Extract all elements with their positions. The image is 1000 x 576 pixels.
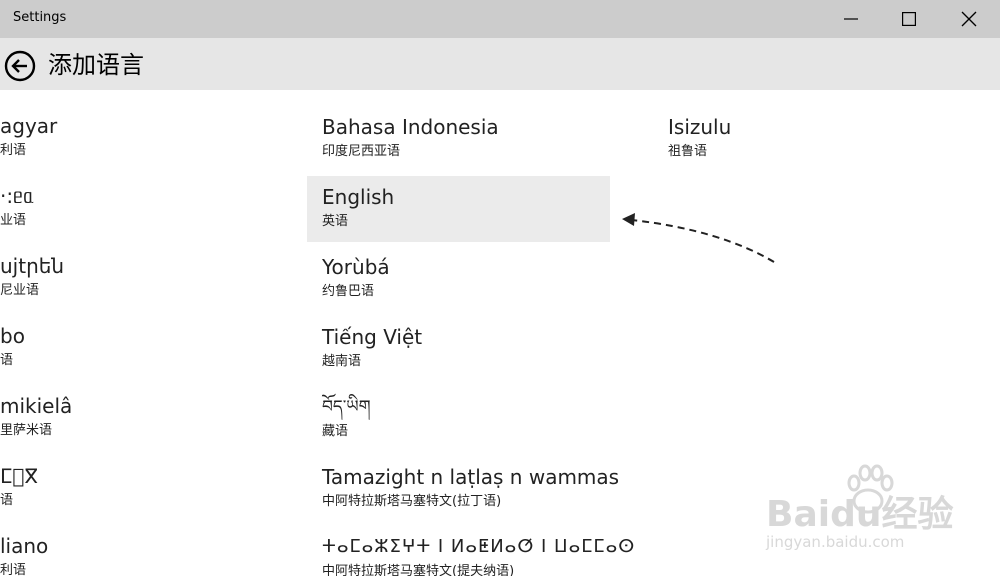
language-column-1: agyar 利语 ·:ᥱᥲ 业语 ujtրեն 尼业语 bo 语 mikielâ…	[0, 90, 300, 576]
close-button[interactable]	[940, 0, 998, 38]
language-name: ·:ᥱᥲ	[0, 184, 34, 208]
language-name: Tiếng Việt	[322, 325, 423, 349]
minimize-button[interactable]	[822, 0, 880, 38]
language-name: Yorùbá	[322, 255, 390, 279]
language-item[interactable]: Yorùbá 约鲁巴语	[307, 246, 610, 312]
app-title: Settings	[13, 10, 67, 25]
maximize-icon	[902, 12, 916, 26]
language-item[interactable]: agyar 利语	[0, 90, 300, 158]
language-localized-name: 越南语	[322, 354, 362, 369]
language-name: Tamazight n laṭlaṣ n wammas	[322, 465, 620, 489]
language-name: ⵎ⵿ⴳ	[0, 464, 39, 488]
language-item[interactable]: Isizulu 祖鲁语	[653, 106, 956, 172]
language-localized-name: 语	[0, 353, 14, 368]
watermark-url: jingyan.baidu.com	[766, 533, 905, 551]
language-item[interactable]: bo 语	[0, 300, 300, 368]
language-item[interactable]: mikielâ 里萨米语	[0, 370, 300, 438]
language-localized-name: 英语	[322, 214, 349, 229]
language-localized-name: 中阿特拉斯塔马塞特文(拉丁语)	[322, 494, 502, 509]
language-localized-name: 中阿特拉斯塔马塞特文(提夫纳语)	[322, 564, 515, 576]
page-title: 添加语言	[48, 51, 144, 79]
language-localized-name: 业语	[0, 213, 27, 228]
language-name: bo	[0, 324, 25, 348]
language-name: liano	[0, 534, 49, 558]
language-name: Bahasa Indonesia	[322, 115, 499, 139]
language-name: ujtրեն	[0, 254, 65, 278]
back-button[interactable]	[4, 50, 36, 82]
watermark-brand: Baidu经验	[766, 494, 954, 535]
language-item[interactable]: Tamazight n laṭlaṣ n wammas 中阿特拉斯塔马塞特文(拉…	[307, 456, 619, 522]
maximize-button[interactable]	[880, 0, 938, 38]
language-name: Isizulu	[668, 115, 732, 139]
close-icon	[961, 11, 977, 27]
language-name: བོད་ཡིག	[322, 397, 371, 417]
baidu-watermark: Baidu经验 jingyan.baidu.com	[760, 455, 1000, 565]
annotation-arrow	[622, 213, 775, 263]
language-item[interactable]: ⵜⴰⵎⴰⵣⵉⵖⵜ ⵏ ⵍⴰⵟⵍⴰⵚ ⵏ ⵡⴰⵎⵎⴰⵙ 中阿特拉斯塔马塞特文(提夫…	[307, 526, 634, 576]
language-localized-name: 约鲁巴语	[322, 284, 375, 299]
language-localized-name: 利语	[0, 563, 27, 576]
language-localized-name: 尼业语	[0, 283, 40, 298]
language-localized-name: 印度尼西亚语	[322, 144, 401, 159]
language-item[interactable]: Bahasa Indonesia 印度尼西亚语	[307, 106, 610, 172]
language-item[interactable]: liano 利语	[0, 510, 300, 576]
language-name: agyar	[0, 114, 58, 138]
back-arrow-icon	[4, 50, 36, 82]
language-item-selected[interactable]: English 英语	[307, 176, 610, 242]
language-localized-name: 藏语	[322, 424, 349, 439]
minimize-icon	[844, 18, 858, 20]
language-localized-name: 里萨米语	[0, 423, 53, 438]
language-name: English	[322, 185, 395, 209]
language-name: ⵜⴰⵎⴰⵣⵉⵖⵜ ⵏ ⵍⴰⵟⵍⴰⵚ ⵏ ⵡⴰⵎⵎⴰⵙ	[322, 536, 636, 557]
page-header: 添加语言	[0, 38, 1000, 90]
language-localized-name: 利语	[0, 143, 27, 158]
language-localized-name: 语	[0, 493, 14, 508]
language-item[interactable]: ·:ᥱᥲ 业语	[0, 160, 300, 228]
title-bar: Settings	[0, 0, 1000, 38]
language-name: mikielâ	[0, 394, 73, 418]
language-item[interactable]: བོད་ཡིག 藏语	[307, 386, 610, 452]
language-item[interactable]: Tiếng Việt 越南语	[307, 316, 610, 382]
language-item[interactable]: ⵎ⵿ⴳ 语	[0, 440, 300, 508]
language-item[interactable]: ujtրեն 尼业语	[0, 230, 300, 298]
language-localized-name: 祖鲁语	[668, 144, 708, 159]
